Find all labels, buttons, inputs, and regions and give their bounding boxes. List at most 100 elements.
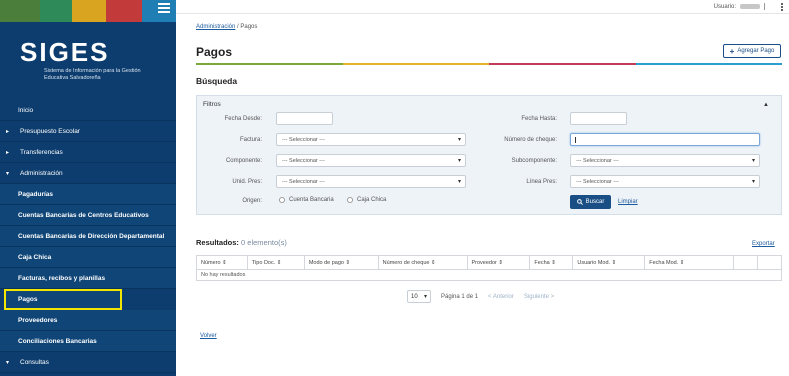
page-size-value: 10 [411,293,418,300]
sort-icon: ⇕ [222,259,227,266]
radio-label: Caja Chica [357,197,387,203]
chevron-right-icon: ▸ [6,128,10,135]
select-value: --- Seleccionar --- [282,136,325,143]
sort-icon: ⇕ [611,259,617,266]
plus-icon: + [729,46,735,56]
add-payment-button[interactable]: + Agregar Pago [723,44,781,58]
factura-label: Factura: [239,137,262,143]
select-value: --- Seleccionar --- [576,178,619,185]
sidebar-item-conciliaciones[interactable]: Conciliaciones Bancarias [0,331,176,352]
numero-cheque-input[interactable] [570,133,760,146]
chevron-right-icon: ▸ [6,149,10,156]
radio-circle [347,197,353,203]
sidebar-item-label: Pagadurías [18,190,54,198]
sidebar-item-label: Administración [20,169,63,177]
sidebar-item-inicio[interactable]: Inicio [0,100,176,121]
limpiar-link[interactable]: Limpiar [618,199,638,205]
search-section-title: Búsqueda [196,76,238,86]
sidebar-item-consultas[interactable]: ▾ Consultas [0,352,176,373]
sidebar-item-caja-chica[interactable]: Caja Chica [0,247,176,268]
select-value: --- Seleccionar --- [282,157,325,164]
hamburger-icon[interactable] [158,3,170,13]
brand-color-line [196,63,782,65]
unid-pres-select[interactable]: --- Seleccionar --- ▾ [276,175,466,188]
divider [764,3,765,10]
fecha-hasta-input[interactable] [570,112,627,125]
add-payment-label: Agregar Pago [737,48,775,54]
filters-title: Filtros [203,101,221,108]
user-info: Usuario: [714,3,775,10]
sidebar-item-pagadurias[interactable]: Pagadurías [0,184,176,205]
logo: SIGES Sistema de Información para la Ges… [20,38,170,82]
sidebar-item-label: Consultas [20,358,49,366]
column-header-usuario-mod[interactable]: Usuario Mod. ⇕ [572,255,646,270]
exportar-link[interactable]: Exportar [752,241,775,247]
fecha-desde-input[interactable] [276,112,333,125]
column-header-fecha[interactable]: Fecha ⇕ [529,255,574,270]
subcomponente-select[interactable]: --- Seleccionar --- ▾ [570,154,760,167]
sidebar-item-cuentas-centros[interactable]: Cuentas Bancarias de Centros Educativos [0,205,176,226]
sidebar-item-label: Cuentas Bancarias de Dirección Departame… [18,232,165,240]
column-header-tipo-doc[interactable]: Tipo Doc. ⇕ [246,255,305,270]
breadcrumb-current: Pagos [240,24,258,30]
search-icon [576,199,583,205]
chevron-down-icon: ▾ [457,137,461,143]
sidebar-item-label: Transferencias [20,148,63,156]
sort-icon: ⇕ [551,259,556,266]
kebab-menu-icon[interactable] [781,3,783,11]
pagination: 10 ▾ Página 1 de 1 < Anterior Siguiente > [407,290,554,303]
page-size-select[interactable]: 10 ▾ [407,290,431,303]
sidebar-item-label: Proveedores [18,316,58,324]
sidebar-item-label: Pagos [18,295,38,303]
sidebar-item-label: Caja Chica [18,253,52,261]
sort-icon: ⇕ [430,259,436,266]
column-header-fecha-mod[interactable]: Fecha Mod. ⇕ [644,255,735,270]
origen-cuenta-bancaria-radio[interactable]: Cuenta Bancaria [279,197,334,203]
results-header: Resultados: 0 elemento(s) [196,238,287,247]
chevron-down-icon: ▾ [751,158,755,164]
results-label: Resultados: [196,238,239,247]
fecha-desde-label: Fecha Desde: [224,116,262,122]
column-header-numero-cheque[interactable]: Número de cheque ⇕ [377,255,468,270]
column-header-modo-pago[interactable]: Modo de pago ⇕ [303,255,379,270]
breadcrumb-link-administracion[interactable]: Administración [196,24,235,30]
linea-pres-label: Línea Pres: [526,179,557,185]
sidebar-item-label: Conciliaciones Bancarias [18,337,97,345]
logo-subtitle: Sistema de Información para la Gestión E… [44,68,141,81]
chevron-down-icon: ▾ [423,294,427,300]
column-header-numero[interactable]: Número ⇕ [196,255,248,270]
select-value: --- Seleccionar --- [282,178,325,185]
sidebar-item-proveedores[interactable]: Proveedores [0,310,176,331]
sidebar-item-pagos[interactable]: Pagos [4,289,122,310]
prev-page-link[interactable]: < Anterior [488,294,514,300]
linea-pres-select[interactable]: --- Seleccionar --- ▾ [570,175,760,188]
volver-link[interactable]: Volver [200,333,217,339]
column-header-proveedor[interactable]: Proveedor ⇕ [466,255,531,270]
origen-caja-chica-radio[interactable]: Caja Chica [347,197,386,203]
user-name-redacted [740,4,760,9]
sidebar: SIGES Sistema de Información para la Ges… [0,0,176,376]
buscar-label: Buscar [585,199,605,205]
factura-select[interactable]: --- Seleccionar --- ▾ [276,133,466,146]
buscar-button[interactable]: Buscar [570,195,611,209]
logo-title: SIGES [20,37,110,67]
sidebar-item-cuentas-direccion[interactable]: Cuentas Bancarias de Dirección Departame… [0,226,176,247]
sidebar-item-facturas[interactable]: Facturas, recibos y planillas [0,268,176,289]
sidebar-item-label: Facturas, recibos y planillas [18,274,106,282]
collapse-icon[interactable]: ▲ [763,102,769,108]
sort-icon: ⇕ [679,259,685,266]
radio-circle [279,197,285,203]
sidebar-item-transferencias[interactable]: ▸ Transferencias [0,142,176,163]
chevron-down-icon: ▾ [457,158,461,164]
sidebar-item-presupuesto[interactable]: ▸ Presupuesto Escolar [0,121,176,142]
next-page-link[interactable]: Siguiente > [524,294,554,300]
chevron-down-icon: ▾ [6,170,10,177]
sidebar-item-administracion[interactable]: ▾ Administración [0,163,176,184]
componente-select[interactable]: --- Seleccionar --- ▾ [276,154,466,167]
table-row-empty: No hay resultados [196,269,782,281]
brand-stripes [0,0,176,22]
chevron-down-icon: ▾ [751,179,755,185]
sort-icon: ⇕ [276,259,282,266]
page-info: Página 1 de 1 [441,293,479,300]
unid-pres-label: Unid. Pres: [232,179,262,185]
